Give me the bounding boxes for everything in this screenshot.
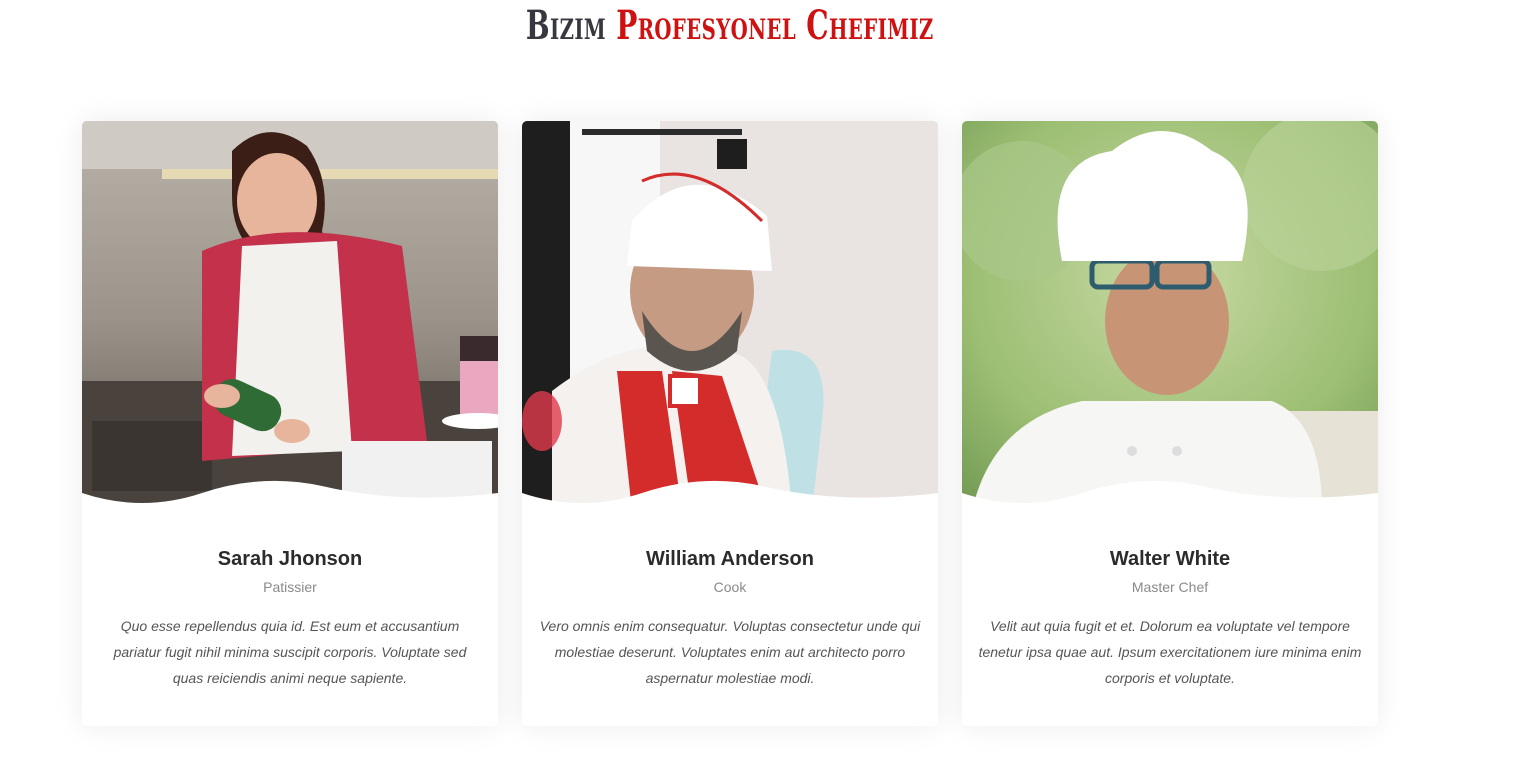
section-title-part1: Bizim bbox=[525, 2, 617, 49]
chef-description: Velit aut quia fugit et et. Dolorum ea v… bbox=[978, 618, 1362, 686]
chef-description: Quo esse repellendus quia id. Est eum et… bbox=[113, 618, 467, 686]
chef-description: Vero omnis enim consequatur. Voluptas co… bbox=[539, 618, 921, 686]
chef-card-walter: Walter White Master Chef Velit aut quia … bbox=[962, 121, 1378, 726]
section-title-accent: Profesyonel Chefimiz bbox=[616, 2, 934, 49]
chef-role: Patissier bbox=[263, 579, 317, 595]
chef-photo bbox=[962, 121, 1378, 511]
chef-info: Sarah Jhonson Patissier Quo esse repelle… bbox=[82, 541, 498, 691]
chef-photo bbox=[82, 121, 498, 511]
chef-name: Sarah Jhonson bbox=[217, 548, 363, 570]
chef-name: William Anderson bbox=[646, 548, 814, 570]
chef-role: Cook bbox=[713, 579, 747, 595]
chef-role: Master Chef bbox=[1131, 579, 1209, 595]
section-title: Bizim Profesyonel Chefimiz bbox=[160, 0, 1299, 56]
chef-info: William Anderson Cook Vero omnis enim co… bbox=[522, 541, 938, 691]
chef-photo bbox=[522, 121, 938, 511]
chef-card-sarah: Sarah Jhonson Patissier Quo esse repelle… bbox=[82, 121, 498, 726]
chef-card-william: William Anderson Cook Vero omnis enim co… bbox=[522, 121, 938, 726]
chef-name: Walter White bbox=[1109, 548, 1231, 570]
chef-info: Walter White Master Chef Velit aut quia … bbox=[962, 541, 1378, 691]
